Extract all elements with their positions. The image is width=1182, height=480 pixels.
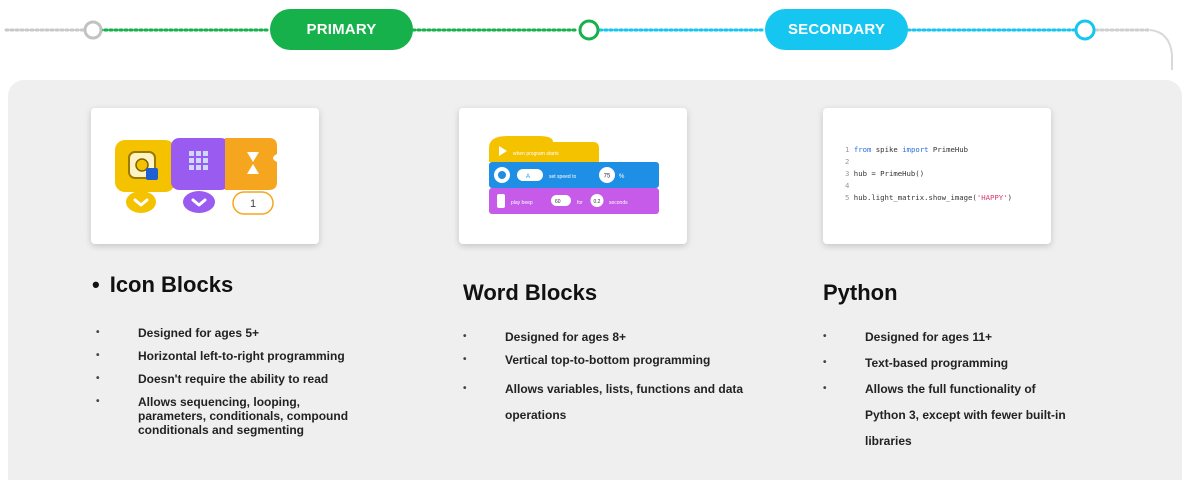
python-image-card: 1 from spike import PrimeHub 2 3 hub = P… [823, 108, 1051, 244]
icon-blocks-illustration: 1 [115, 138, 277, 215]
speed-value: 75 [604, 174, 611, 180]
word-block-start-label: when program starts [513, 151, 559, 157]
icon-block-light-purple [171, 138, 229, 213]
python-code-sample: 1 from spike import PrimeHub 2 3 hub = P… [845, 145, 1012, 202]
for-label: for [577, 200, 583, 206]
speed-unit: % [619, 174, 625, 180]
list-item: Text-based programming [823, 350, 1123, 376]
timeline-node-end [1074, 19, 1096, 41]
word-blocks-image-card: when program starts A set speed to 75 % … [459, 108, 687, 244]
list-item: Vertical top-to-bottom programming [463, 353, 783, 367]
timeline-node-mid [578, 19, 600, 41]
python-title: Python [823, 280, 898, 305]
set-speed-label: set speed to [549, 174, 576, 180]
panel-connector-curve [1149, 29, 1173, 70]
timeline-track [4, 19, 1173, 70]
timeline-node-start [83, 20, 103, 40]
list-item: Doesn't require the ability to read [96, 372, 396, 386]
list-item: Horizontal left-to-right programming [96, 349, 396, 363]
list-item: Designed for ages 11+ [823, 324, 1123, 350]
icon-blocks-image-card: 1 [91, 108, 319, 244]
icon-block-start-yellow [115, 140, 175, 213]
motor-port-value: A [526, 174, 530, 180]
icon-blocks-title-text: Icon Blocks [109, 272, 234, 297]
icon-blocks-feature-list: Designed for ages 5+ Horizontal left-to-… [96, 326, 396, 446]
icon-blocks-title: • Icon Blocks [92, 272, 233, 298]
primary-level-pill[interactable]: PRIMARY [270, 9, 413, 50]
beep-duration: 0.2 [594, 199, 601, 205]
list-item: Allows the full functionality of Python … [823, 376, 1075, 454]
icon-block-wait-orange: 1 [225, 138, 277, 215]
secondary-level-pill[interactable]: SECONDARY [765, 9, 908, 50]
beep-note: 60 [555, 199, 561, 205]
list-item: Allows sequencing, looping, parameters, … [96, 395, 368, 437]
learning-path-timeline: PRIMARY SECONDARY [0, 0, 1182, 70]
word-blocks-illustration: when program starts A set speed to 75 % … [489, 136, 659, 214]
list-item: Designed for ages 5+ [96, 326, 396, 340]
word-blocks-feature-list: Designed for ages 8+ Vertical top-to-bot… [463, 330, 783, 437]
word-blocks-title: Word Blocks [463, 280, 598, 305]
list-item: Designed for ages 8+ [463, 330, 783, 344]
icon-block-value: 1 [250, 198, 256, 210]
programming-options-panel: 1 • Icon Blocks Designed for ages 5+ Hori… [8, 80, 1182, 480]
speaker-icon [497, 194, 505, 208]
title-bullet: • [92, 272, 100, 297]
beep-label: play beep [511, 200, 533, 206]
python-feature-list: Designed for ages 11+ Text-based program… [823, 324, 1123, 454]
seconds-label: seconds [609, 200, 628, 206]
word-block-start [489, 136, 599, 162]
list-item: Allows variables, lists, functions and d… [463, 376, 785, 428]
